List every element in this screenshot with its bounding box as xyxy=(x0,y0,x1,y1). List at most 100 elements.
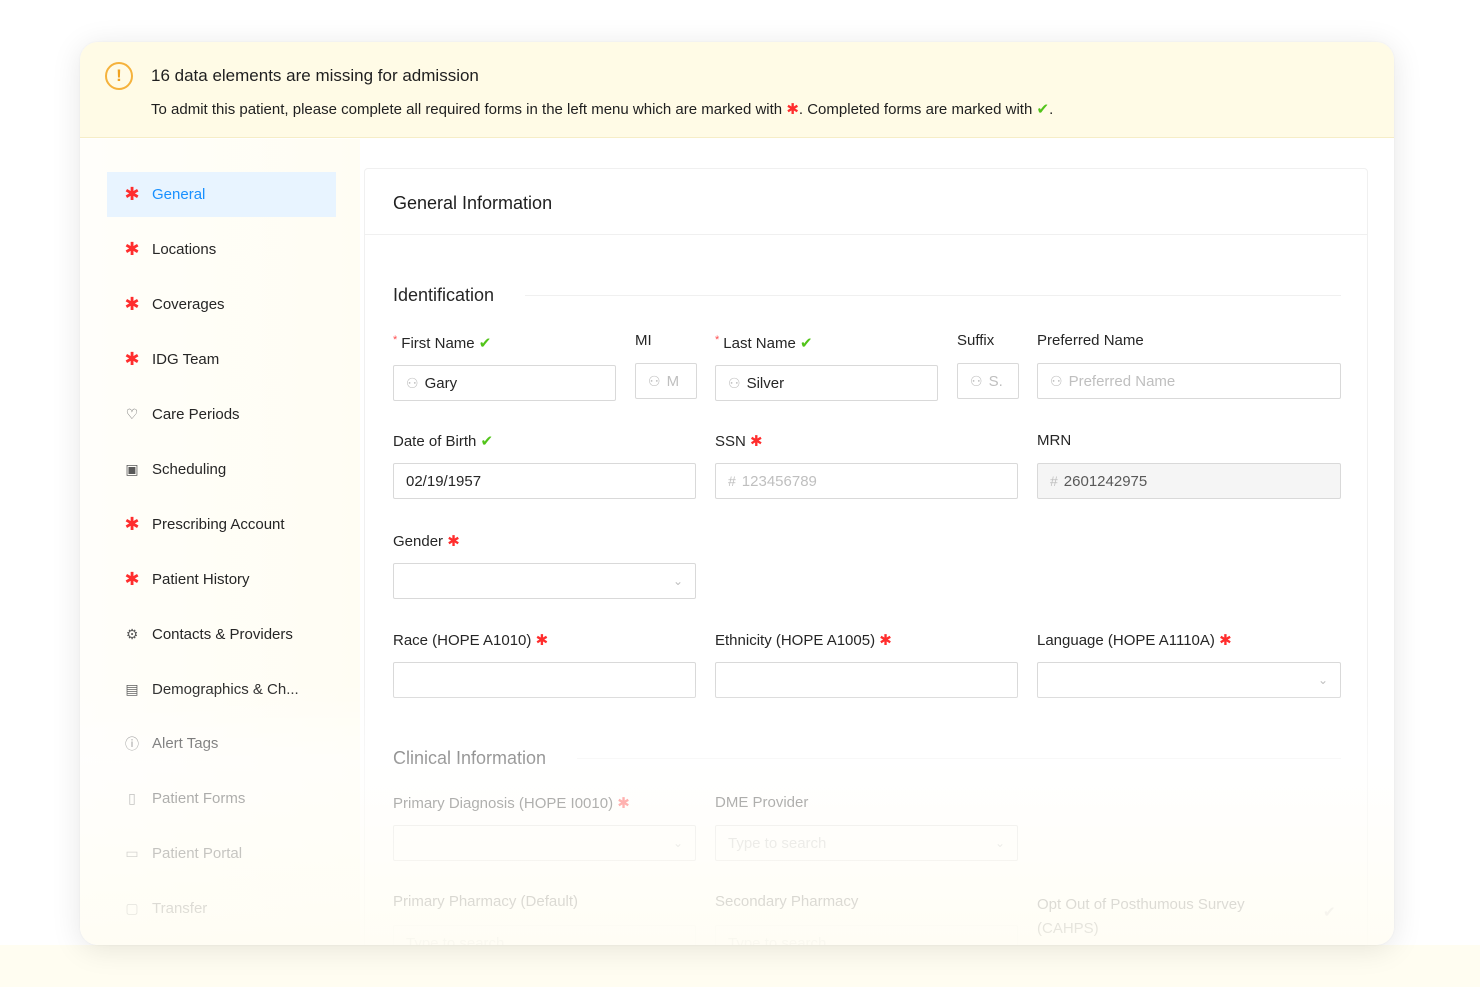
sidebar-item-label: Locations xyxy=(152,241,217,258)
chevron-down-icon: ⌄ xyxy=(672,836,683,850)
sidebar-item-label: Patient Portal xyxy=(152,845,243,862)
sidebar-item-prescribing-account[interactable]: ✱ Prescribing Account xyxy=(107,502,336,547)
sidebar-item-transfer[interactable]: ▢ Transfer xyxy=(107,886,336,931)
opt-out-check-icon[interactable]: ✔ xyxy=(1323,903,1336,921)
user-icon: ⚇ xyxy=(728,374,741,391)
required-star-icon: ✱ xyxy=(124,569,140,589)
ethnicity-input[interactable] xyxy=(715,662,1018,698)
secondary-pharmacy-select[interactable]: Type to search xyxy=(715,925,1018,945)
sidebar-item-label: Prescribing Account xyxy=(152,516,285,533)
ssn-input[interactable]: # 123456789 xyxy=(715,463,1018,499)
last-name-label: * Last Name ✔ xyxy=(715,334,813,352)
mrn-input: # 2601242975 xyxy=(1037,463,1341,499)
race-input[interactable] xyxy=(393,662,696,698)
preferred-name-label: Preferred Name xyxy=(1037,332,1144,349)
primary-diagnosis-select[interactable]: ⌄ xyxy=(393,825,696,861)
dob-value: 02/19/1957 xyxy=(406,472,482,490)
warning-circle-icon: ! xyxy=(105,62,133,90)
dme-provider-placeholder: Type to search xyxy=(728,834,827,852)
dme-provider-label: DME Provider xyxy=(715,794,809,811)
general-information-panel: General Information Identification * Firs… xyxy=(364,168,1368,945)
panel-header: General Information xyxy=(365,169,1367,235)
required-star-icon: ✱ xyxy=(617,795,630,812)
dob-input[interactable]: 02/19/1957 xyxy=(393,463,696,499)
calendar-icon: ▣ xyxy=(125,461,139,477)
portal-icon: ▭ xyxy=(125,845,139,861)
gender-select[interactable]: ⌄ xyxy=(393,563,696,599)
banner-text-part1: To admit this patient, please complete a… xyxy=(151,101,783,118)
sidebar-menu: ✱ General ✱ Locations ✱ Coverages ✱ IDG … xyxy=(80,139,360,945)
sidebar-item-label: General xyxy=(152,186,206,203)
section-divider xyxy=(577,758,1341,759)
last-name-label-text: Last Name xyxy=(723,335,796,352)
required-star-icon: ✱ xyxy=(124,184,140,204)
identification-section-title: Identification xyxy=(393,285,495,305)
preferred-name-input[interactable]: ⚇ Preferred Name xyxy=(1037,363,1341,399)
banner-text: To admit this patient, please complete a… xyxy=(151,100,1053,118)
first-name-input[interactable]: ⚇ Gary xyxy=(393,365,616,401)
missing-data-banner: ! 16 data elements are missing for admis… xyxy=(80,42,1394,138)
sidebar-item-patient-forms[interactable]: ▯ Patient Forms xyxy=(107,776,336,821)
sidebar-item-label: Care Periods xyxy=(152,406,240,423)
ethnicity-label-text: Ethnicity (HOPE A1005) xyxy=(715,632,876,649)
opt-out-label-line1: Opt Out of Posthumous Survey xyxy=(1037,896,1245,913)
sidebar-item-general[interactable]: ✱ General xyxy=(107,172,336,217)
required-mark: * xyxy=(393,334,398,346)
language-select[interactable]: ⌄ xyxy=(1037,662,1341,698)
dob-label: Date of Birth ✔ xyxy=(393,432,493,450)
dob-label-text: Date of Birth xyxy=(393,433,477,450)
sidebar-item-scheduling[interactable]: ▣ Scheduling xyxy=(107,447,336,492)
sidebar-item-idg-team[interactable]: ✱ IDG Team xyxy=(107,337,336,382)
sidebar-item-patient-portal[interactable]: ▭ Patient Portal xyxy=(107,831,336,876)
primary-diagnosis-label: Primary Diagnosis (HOPE I0010) ✱ xyxy=(393,794,630,812)
check-icon: ✔ xyxy=(800,335,813,352)
first-name-value: Gary xyxy=(424,374,458,392)
required-star-icon: ✱ xyxy=(879,632,892,649)
last-name-value: Silver xyxy=(746,374,785,392)
sidebar-item-coverages[interactable]: ✱ Coverages xyxy=(107,282,336,327)
chevron-down-icon: ⌄ xyxy=(994,836,1005,850)
primary-pharmacy-placeholder: Type to search xyxy=(406,934,505,946)
gear-icon: ⚙ xyxy=(125,626,139,642)
suffix-input[interactable]: ⚇ S. xyxy=(957,363,1019,399)
sidebar-item-demographics[interactable]: ▤ Demographics & Ch... xyxy=(107,667,336,712)
sidebar-item-label: Alert Tags xyxy=(152,735,219,752)
user-icon: ⚇ xyxy=(970,372,983,389)
sidebar-item-label: Patient History xyxy=(152,571,250,588)
race-label-text: Race (HOPE A1010) xyxy=(393,632,532,649)
mrn-label: MRN xyxy=(1037,432,1072,449)
banner-title: 16 data elements are missing for admissi… xyxy=(151,66,479,85)
language-label-text: Language (HOPE A1110A) xyxy=(1037,632,1215,649)
required-star-icon: ✱ xyxy=(1219,632,1232,649)
user-icon: ⚇ xyxy=(1050,372,1063,389)
required-star-icon: ✱ xyxy=(124,294,140,314)
ssn-placeholder: 123456789 xyxy=(741,472,817,490)
last-name-input[interactable]: ⚇ Silver xyxy=(715,365,938,401)
sidebar-item-label: Patient Forms xyxy=(152,790,246,807)
suffix-placeholder: S. xyxy=(988,372,1003,390)
sidebar-item-locations[interactable]: ✱ Locations xyxy=(107,227,336,272)
sidebar-item-label: IDG Team xyxy=(152,351,220,368)
sidebar-item-alert-tags[interactable]: ⓘ Alert Tags xyxy=(107,721,336,766)
secondary-pharmacy-placeholder: Type to search xyxy=(728,934,827,946)
check-icon: ✔ xyxy=(478,335,492,352)
sidebar-item-contacts-providers[interactable]: ⚙ Contacts & Providers xyxy=(107,612,336,657)
dme-provider-select[interactable]: Type to search ⌄ xyxy=(715,825,1018,861)
sidebar-item-label: Transfer xyxy=(152,900,208,917)
required-star-icon: ✱ xyxy=(124,349,140,369)
first-name-label-text: First Name xyxy=(401,335,475,352)
page-title: General Information xyxy=(393,193,553,213)
sidebar-item-patient-history[interactable]: ✱ Patient History xyxy=(107,557,336,602)
chevron-down-icon: ⌄ xyxy=(1317,673,1328,687)
document-icon: ▤ xyxy=(125,681,139,697)
sidebar-item-care-periods[interactable]: ♡ Care Periods xyxy=(107,392,336,437)
page-bottom-band xyxy=(0,945,1480,987)
primary-pharmacy-select[interactable]: Type to search xyxy=(393,925,696,945)
section-divider xyxy=(525,295,1341,296)
mi-label: MI xyxy=(635,332,652,349)
gender-label-text: Gender xyxy=(393,533,444,550)
first-name-label: * First Name ✔ xyxy=(393,334,491,352)
preferred-name-placeholder: Preferred Name xyxy=(1068,372,1176,390)
mi-input[interactable]: ⚇ M xyxy=(635,363,697,399)
required-star-icon: ✱ xyxy=(786,101,799,118)
